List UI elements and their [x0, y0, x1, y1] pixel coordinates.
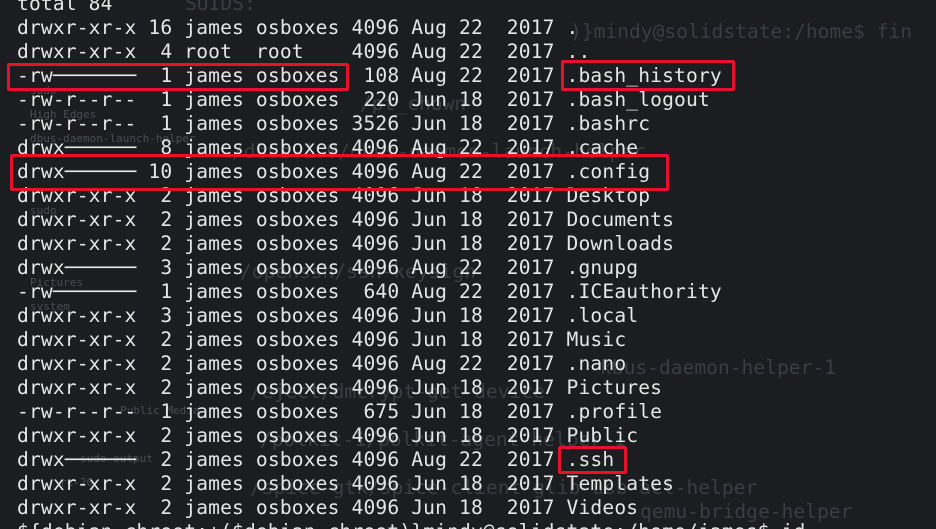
listing-row: drwxr-xr-x 4 root root 4096 Aug 22 2017 …: [17, 40, 591, 63]
listing-row: drwxr-xr-x 2 james osboxes 4096 Jun 18 2…: [17, 376, 663, 399]
listing-row: drwxr-xr-x 2 james osboxes 4096 Jun 18 2…: [17, 208, 675, 231]
shell-prompt[interactable]: ${debian_chroot:+($debian_chroot)}mindy@…: [17, 520, 805, 529]
listing-row: drwxr-xr-x 3 james osboxes 4096 Jun 18 2…: [17, 304, 639, 327]
listing-row: drwxr-xr-x 16 james osboxes 4096 Aug 22 …: [17, 16, 579, 39]
listing-row: drwxr-xr-x 2 james osboxes 4096 Jun 18 2…: [17, 472, 675, 495]
listing-row: -rw-r--r-- 1 james osboxes 3526 Jun 18 2…: [17, 112, 651, 135]
terminal-window[interactable]: SUIDS: )}mindy@solidstate:/home$ fin /pt…: [0, 0, 936, 529]
ghost-prompt-fragment: )}mindy@solidstate:/home$ fin: [570, 20, 913, 43]
listing-row: drwx────── 2 james osboxes 4096 Aug 22 2…: [17, 448, 615, 471]
listing-row: drwx────── 3 james osboxes 4096 Aug 22 2…: [17, 256, 639, 279]
highlight-config-row: [10, 154, 669, 191]
listing-row: -rw─────── 1 james osboxes 640 Aug 22 20…: [17, 280, 722, 303]
highlight-ssh-name: [558, 446, 627, 474]
highlight-bash-history-name: [561, 60, 735, 91]
ghost-suids-label: SUIDS:: [185, 0, 256, 15]
listing-row: -rw-r--r-- 1 james osboxes 220 Jun 18 20…: [17, 88, 710, 111]
total-line: total 84: [17, 0, 113, 15]
listing-row: drwxr-xr-x 2 james osboxes 4096 Jun 18 2…: [17, 232, 675, 255]
listing-row: drwxr-xr-x 2 james osboxes 4096 Aug 22 2…: [17, 352, 627, 375]
listing-row: drwxr-xr-x 2 james osboxes 4096 Jun 18 2…: [17, 328, 627, 351]
listing-row: drwxr-xr-x 2 james osboxes 4096 Jun 18 2…: [17, 496, 639, 519]
listing-row: -rw-r--r-- 1 james osboxes 675 Jun 18 20…: [17, 400, 663, 423]
listing-row: drwxr-xr-x 2 james osboxes 4096 Jun 18 2…: [17, 424, 639, 447]
highlight-bash-history-perms: [7, 63, 349, 91]
